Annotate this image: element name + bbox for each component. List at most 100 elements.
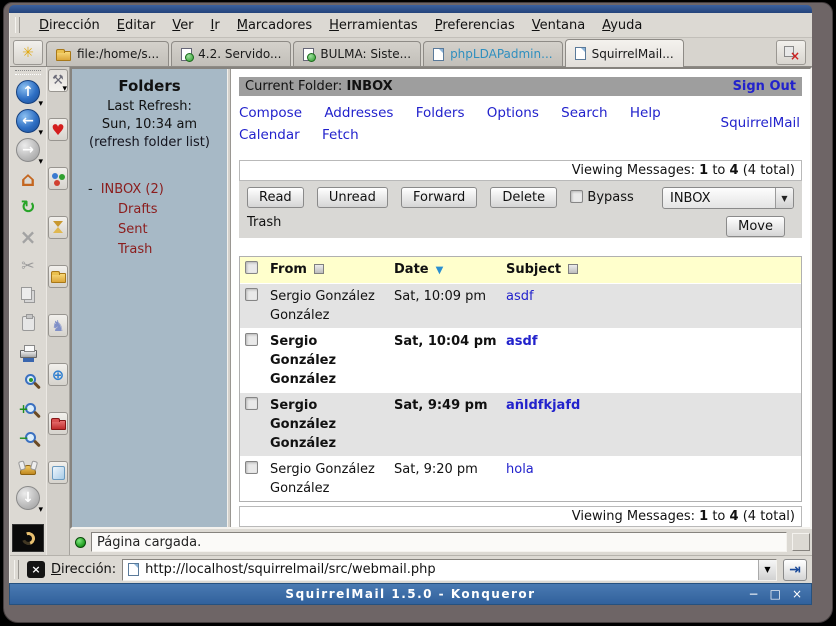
menu-ayuda[interactable]: Ayuda (602, 18, 642, 33)
web-page-icon (181, 48, 192, 61)
address-bar: × Dirección: ▼ ⇥ (10, 555, 812, 583)
forward-button[interactable]: → (13, 135, 43, 164)
up-button[interactable]: ↑ (13, 77, 43, 106)
toolbar-grip-handle[interactable] (15, 70, 41, 75)
go-arrow-icon: ⇥ (789, 562, 801, 578)
zoom-out-button[interactable] (13, 425, 43, 454)
sidebar-home-folder-button[interactable] (48, 265, 68, 288)
sign-out-link[interactable]: Sign Out (733, 79, 796, 94)
sidebar-bookmarks-button[interactable]: ♥ (48, 118, 68, 141)
squirrelmail-brand: SquirrelMail (721, 112, 801, 134)
tab-phpldapadmin[interactable]: phpLDAPadmin... (423, 41, 563, 66)
delete-button[interactable]: Delete (490, 187, 557, 208)
menu-herramientas[interactable]: Herramientas (329, 18, 418, 33)
new-tab-button[interactable]: ✳ (13, 40, 43, 65)
message-checkbox[interactable] (245, 333, 258, 346)
message-subject-link[interactable]: hola (506, 462, 534, 477)
sidebar-remote-button[interactable]: ♞ (48, 314, 68, 337)
menu-ventana[interactable]: Ventana (532, 18, 585, 33)
menu-marcadores[interactable]: Marcadores (237, 18, 312, 33)
profile-button[interactable] (13, 454, 43, 483)
menubar: Dirección Editar Ver Ir Marcadores Herra… (10, 13, 812, 38)
go-button[interactable]: ⇥ (783, 559, 807, 581)
home-icon: ⌂ (21, 167, 35, 191)
menu-ir[interactable]: Ir (211, 18, 220, 33)
date-sort-arrow-icon[interactable]: ▼ (436, 265, 444, 276)
sidebar-tools-button[interactable]: ⚒ (48, 69, 68, 92)
options-link[interactable]: Options (487, 105, 539, 121)
reload-button[interactable]: ↻ (13, 193, 43, 222)
menu-editar[interactable]: Editar (117, 18, 156, 33)
status-message-field: Página cargada. (91, 532, 787, 552)
message-checkbox[interactable] (245, 288, 258, 301)
web-page-icon (303, 48, 314, 61)
bypass-trash-checkbox[interactable] (570, 190, 583, 203)
zoom-in-button[interactable] (13, 396, 43, 425)
home-button[interactable]: ⌂ (13, 164, 43, 193)
forward-button-mail[interactable]: Forward (401, 187, 477, 208)
from-sort-button[interactable] (314, 264, 324, 274)
folders-link[interactable]: Folders (416, 105, 465, 121)
sidebar-network-button[interactable]: ⊕ (48, 363, 68, 386)
tab-bulma[interactable]: BULMA: Siste... (293, 41, 421, 66)
select-dropdown-arrow-icon[interactable]: ▼ (775, 188, 793, 208)
status-resize-box[interactable] (792, 533, 810, 551)
folders-frame: Folders Last Refresh: Sun, 10:34 am (ref… (72, 69, 227, 527)
sent-link[interactable]: Sent (118, 222, 148, 237)
url-input[interactable] (143, 562, 754, 577)
message-subject-link[interactable]: asdf (506, 334, 537, 349)
preview-button[interactable] (13, 367, 43, 396)
tab-squirrelmail-active[interactable]: SquirrelMail... (565, 39, 684, 67)
sidebar-services-button[interactable] (48, 167, 68, 190)
down-button[interactable]: ↓ (13, 483, 43, 512)
copy-button[interactable] (13, 280, 43, 309)
message-date: Sat, 10:04 pm (390, 329, 502, 392)
move-button[interactable]: Move (726, 216, 785, 237)
menubar-grip-handle[interactable] (15, 17, 20, 33)
search-link[interactable]: Search (561, 105, 607, 121)
print-button[interactable] (13, 338, 43, 367)
close-tab-button[interactable]: × (776, 40, 806, 65)
paste-button[interactable] (13, 309, 43, 338)
menu-ver[interactable]: Ver (172, 18, 193, 33)
tab-servidor[interactable]: 4.2. Servido... (171, 41, 291, 66)
maximize-button[interactable]: □ (770, 587, 781, 601)
message-subject-link[interactable]: añldfkjafd (506, 398, 580, 413)
close-button[interactable]: × (792, 587, 802, 601)
cut-button[interactable]: ✂ (13, 251, 43, 280)
subject-sort-button[interactable] (568, 264, 578, 274)
message-table-header: From Date▼ Subject (240, 257, 801, 284)
addresses-link[interactable]: Addresses (324, 105, 393, 121)
message-checkbox[interactable] (245, 397, 258, 410)
trash-link[interactable]: Trash (118, 242, 152, 257)
calendar-link[interactable]: Calendar (239, 127, 300, 143)
drafts-link[interactable]: Drafts (118, 202, 158, 217)
zoom-out-icon (25, 432, 36, 443)
read-button[interactable]: Read (247, 187, 304, 208)
compose-link[interactable]: Compose (239, 105, 302, 121)
collapse-dash[interactable]: - (88, 182, 93, 197)
help-link[interactable]: Help (630, 105, 661, 121)
clear-location-button[interactable]: × (27, 561, 45, 578)
menu-preferencias[interactable]: Preferencias (435, 18, 515, 33)
unread-button[interactable]: Unread (317, 187, 388, 208)
minimize-button[interactable]: − (749, 587, 759, 601)
fetch-link[interactable]: Fetch (322, 127, 359, 143)
tab-file-home[interactable]: file:/home/s... (46, 41, 169, 66)
select-all-checkbox[interactable] (245, 261, 258, 274)
back-button[interactable]: ← (13, 106, 43, 135)
message-date: Sat, 10:09 pm (390, 284, 502, 328)
move-folder-select[interactable]: INBOX ▼ (662, 187, 794, 209)
inbox-link[interactable]: INBOX (101, 182, 142, 197)
message-subject-link[interactable]: asdf (506, 289, 534, 304)
refresh-folder-list-link[interactable]: (refresh folder list) (89, 135, 210, 150)
stop-button[interactable]: × (13, 222, 43, 251)
addressbar-grip-handle[interactable] (14, 560, 19, 579)
url-history-dropdown-arrow[interactable]: ▼ (758, 560, 776, 580)
sidebar-root-folder-button[interactable] (48, 412, 68, 435)
menu-direccion[interactable]: Dirección (39, 18, 100, 33)
viewing-messages-bottom: Viewing Messages: 1 to 4 (4 total) (239, 506, 802, 527)
message-checkbox[interactable] (245, 461, 258, 474)
sidebar-notes-button[interactable] (48, 461, 68, 484)
sidebar-history-button[interactable] (48, 216, 68, 239)
